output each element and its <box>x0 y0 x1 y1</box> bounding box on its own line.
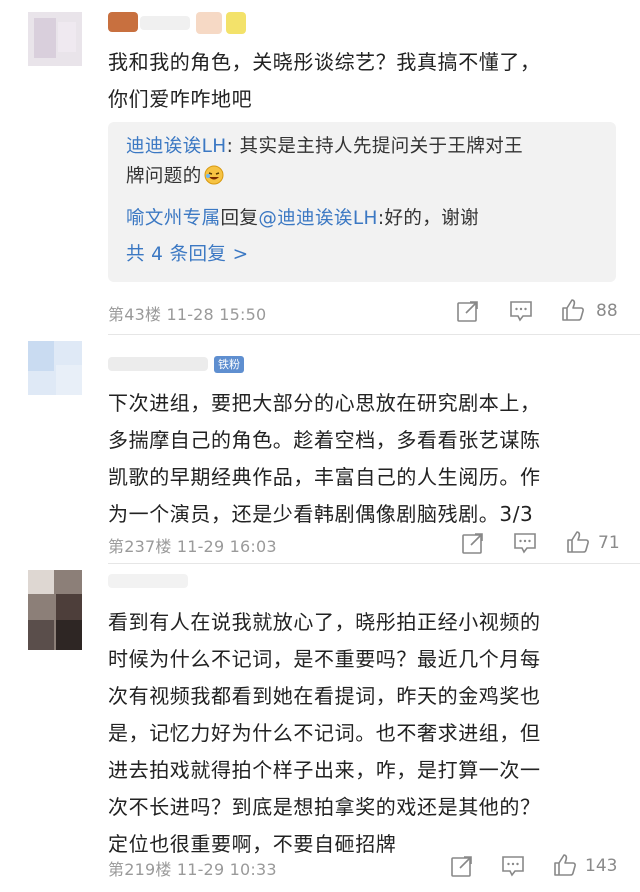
comment-meta: 第43楼 11-28 15:50 <box>108 305 267 324</box>
reply-content: 其实是主持人先提问关于王牌对王 <box>239 136 524 157</box>
avatar[interactable] <box>28 12 82 66</box>
mention-link[interactable]: @迪迪诶诶LH <box>258 208 378 229</box>
comment-icon[interactable] <box>500 853 526 879</box>
reply-username[interactable]: 喻文州专属 <box>126 208 221 229</box>
like-count: 71 <box>598 533 620 553</box>
comment-item: 我和我的角色，关晓彤谈综艺？我真搞不懂了， 你们爱咋咋地吧 迪迪诶诶LH: 其实… <box>0 0 640 334</box>
more-replies-link[interactable]: 共 4 条回复 > <box>126 242 249 268</box>
reply-preview[interactable]: 迪迪诶诶LH: 其实是主持人先提问关于王牌对王 牌问题的 喻文州专属回复@迪迪诶… <box>108 122 616 282</box>
comment-item: 铁粉 下次进组，要把大部分的心思放在研究剧本上， 多揣摩自己的角色。趁着空档，多… <box>0 335 640 563</box>
thumbs-up-icon[interactable] <box>560 297 586 323</box>
username-redacted[interactable] <box>108 574 188 588</box>
reply-item: 喻文州专属回复@迪迪诶诶LH:好的，谢谢 <box>126 208 479 229</box>
reply-content: :好的，谢谢 <box>377 208 479 229</box>
comment-meta: 第237楼 11-29 16:03 <box>108 537 277 556</box>
share-icon[interactable] <box>449 853 475 879</box>
share-icon[interactable] <box>460 530 486 556</box>
avatar[interactable] <box>28 570 82 650</box>
reply-username[interactable]: 迪迪诶诶LH <box>126 136 227 157</box>
share-icon[interactable] <box>455 298 481 324</box>
avatar[interactable] <box>28 341 82 395</box>
like-count: 88 <box>596 301 618 321</box>
comment-text: 我和我的角色，关晓彤谈综艺？我真搞不懂了， 你们爱咋咋地吧 <box>108 50 541 111</box>
comment-text: 看到有人在说我就放心了，晓彤拍正经小视频的 时候为什么不记词，是不重要吗？最近几… <box>108 610 541 856</box>
thumbs-up-icon[interactable] <box>552 852 578 878</box>
fan-badge: 铁粉 <box>214 356 244 373</box>
comment-icon[interactable] <box>508 298 534 324</box>
username-redacted <box>140 16 190 30</box>
username-redacted[interactable] <box>108 357 208 371</box>
reply-item-cont: 牌问题的 <box>126 164 224 190</box>
badge-redacted <box>226 12 246 34</box>
comment-item: 看到有人在说我就放心了，晓彤拍正经小视频的 时候为什么不记词，是不重要吗？最近几… <box>0 564 640 892</box>
comment-text: 下次进组，要把大部分的心思放在研究剧本上， 多揣摩自己的角色。趁着空档，多看看张… <box>108 391 541 526</box>
comment-meta: 第219楼 11-29 10:33 <box>108 860 277 879</box>
laughing-emoji-icon <box>204 165 224 185</box>
like-count: 143 <box>585 856 618 876</box>
comment-icon[interactable] <box>512 530 538 556</box>
username-redacted <box>196 12 222 34</box>
reply-item: 迪迪诶诶LH: 其实是主持人先提问关于王牌对王 <box>126 136 524 157</box>
username-redacted[interactable] <box>108 12 138 32</box>
thumbs-up-icon[interactable] <box>565 529 591 555</box>
